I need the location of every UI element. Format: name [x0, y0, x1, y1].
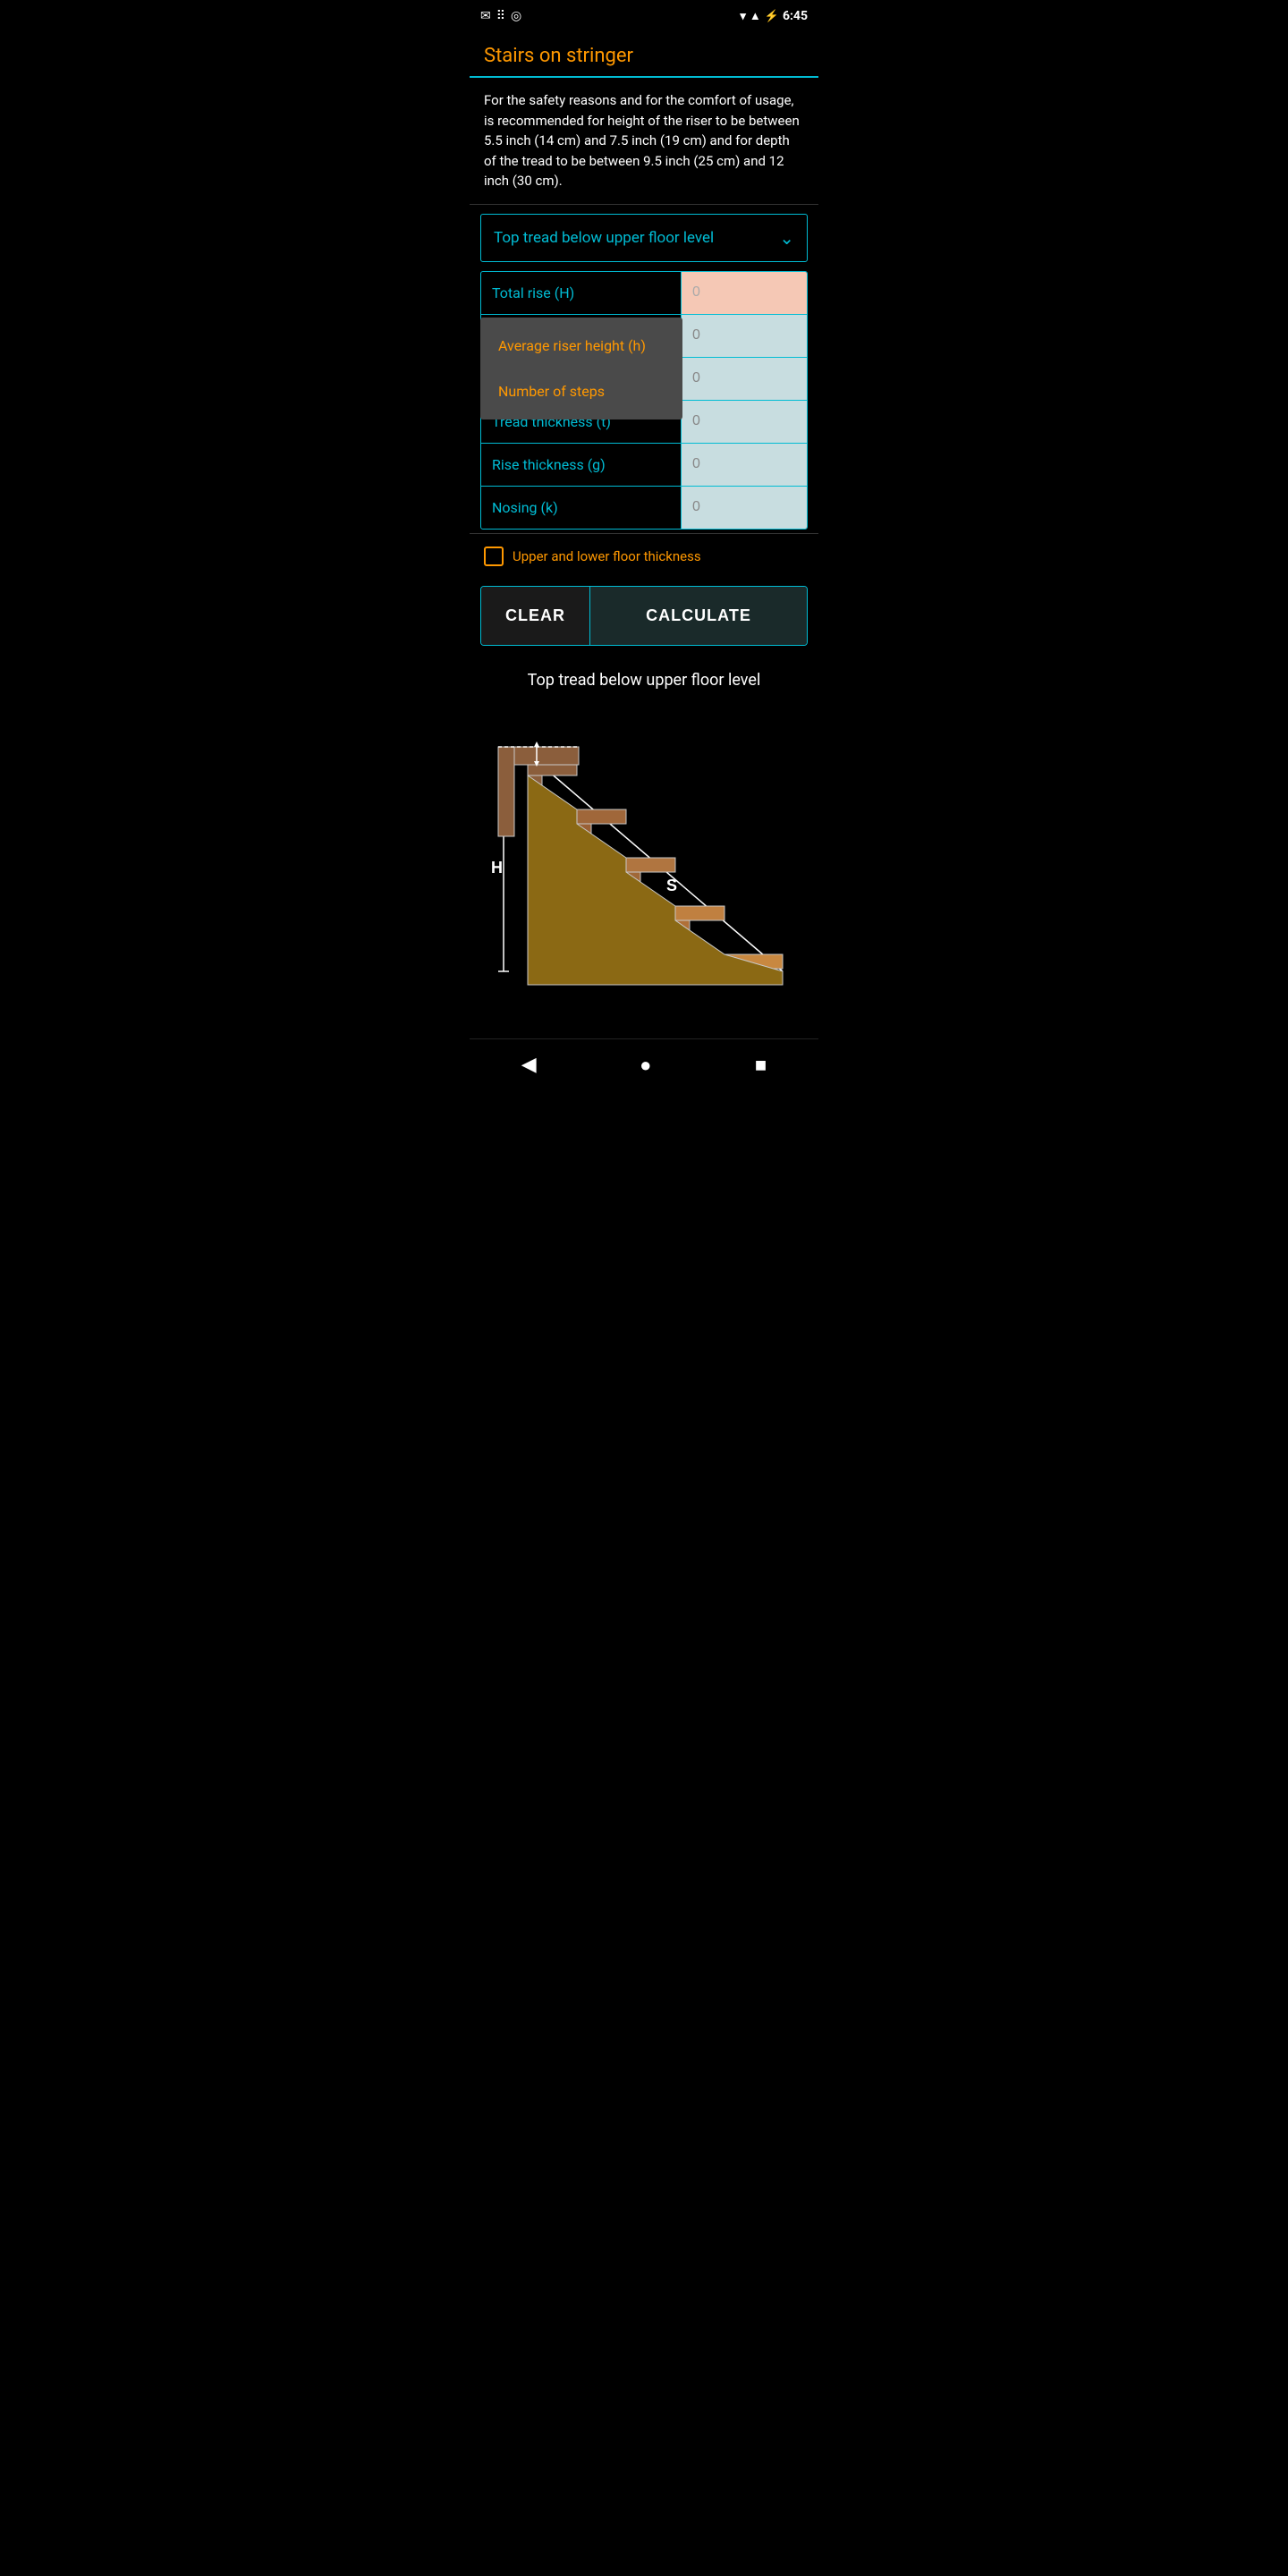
floor-thickness-checkbox[interactable] — [484, 547, 504, 566]
input-num-steps[interactable] — [682, 358, 807, 400]
signal-icon: ▲ — [750, 9, 761, 23]
form-row-nosing: Nosing (k) — [481, 487, 807, 529]
form-row-rise-thickness: Rise thickness (g) — [481, 444, 807, 487]
calculate-button[interactable]: CALCULATE — [590, 587, 807, 645]
clear-button[interactable]: CLEAR — [481, 587, 590, 645]
dropdown-item-num-steps[interactable]: Number of steps — [480, 369, 682, 414]
dropdown-label: Top tread below upper floor level — [494, 229, 714, 247]
label-total-rise: Total rise (H) — [481, 272, 682, 314]
label-rise-thickness: Rise thickness (g) — [481, 444, 682, 486]
home-button[interactable]: ● — [622, 1050, 669, 1080]
description-text: For the safety reasons and for the comfo… — [470, 78, 818, 205]
input-tread-thickness[interactable] — [682, 401, 807, 443]
svg-text:S: S — [666, 877, 677, 894]
circle-icon: ◎ — [511, 9, 521, 23]
time-display: 6:45 — [783, 9, 808, 23]
content-area: For the safety reasons and for the comfo… — [470, 78, 818, 1021]
button-row: CLEAR CALCULATE — [480, 586, 808, 646]
input-nosing[interactable] — [682, 487, 807, 529]
app-bar: Stairs on stringer — [470, 32, 818, 78]
input-avg-riser[interactable] — [682, 315, 807, 357]
dropdown-selector[interactable]: Top tread below upper floor level ⌄ — [480, 214, 808, 262]
battery-icon: ⚡ — [765, 10, 779, 23]
wifi-icon: ▾ — [740, 10, 746, 23]
status-left-icons: ✉ ⠿ ◎ — [480, 9, 521, 23]
svg-text:H: H — [491, 859, 503, 877]
dropdown-item-avg-riser[interactable]: Average riser height (h) — [480, 323, 682, 369]
form-section: Total rise (H) Average riser height (h) … — [480, 271, 808, 530]
status-right-icons: ▾ ▲ ⚡ 6:45 — [740, 9, 808, 23]
checkbox-row: Upper and lower floor thickness — [470, 533, 818, 579]
nav-bar: ◀ ● ■ — [470, 1038, 818, 1095]
form-row-total-rise: Total rise (H) — [481, 272, 807, 315]
status-bar: ✉ ⠿ ◎ ▾ ▲ ⚡ 6:45 — [470, 0, 818, 32]
recents-button[interactable]: ■ — [737, 1050, 784, 1080]
dots-icon: ⠿ — [496, 9, 505, 23]
stair-diagram-svg: H S — [479, 708, 809, 1003]
dropdown-popup[interactable]: Average riser height (h) Number of steps — [480, 318, 682, 419]
app-title: Stairs on stringer — [484, 45, 804, 67]
chevron-down-icon: ⌄ — [779, 227, 794, 249]
checkbox-label: Upper and lower floor thickness — [513, 548, 701, 564]
diagram-section: Top tread below upper floor level H S — [470, 653, 818, 1012]
label-nosing: Nosing (k) — [481, 487, 682, 529]
input-rise-thickness[interactable] — [682, 444, 807, 486]
diagram-title: Top tread below upper floor level — [479, 671, 809, 690]
input-total-rise[interactable] — [682, 272, 807, 314]
back-button[interactable]: ◀ — [504, 1050, 555, 1080]
gmail-icon: ✉ — [480, 9, 491, 23]
